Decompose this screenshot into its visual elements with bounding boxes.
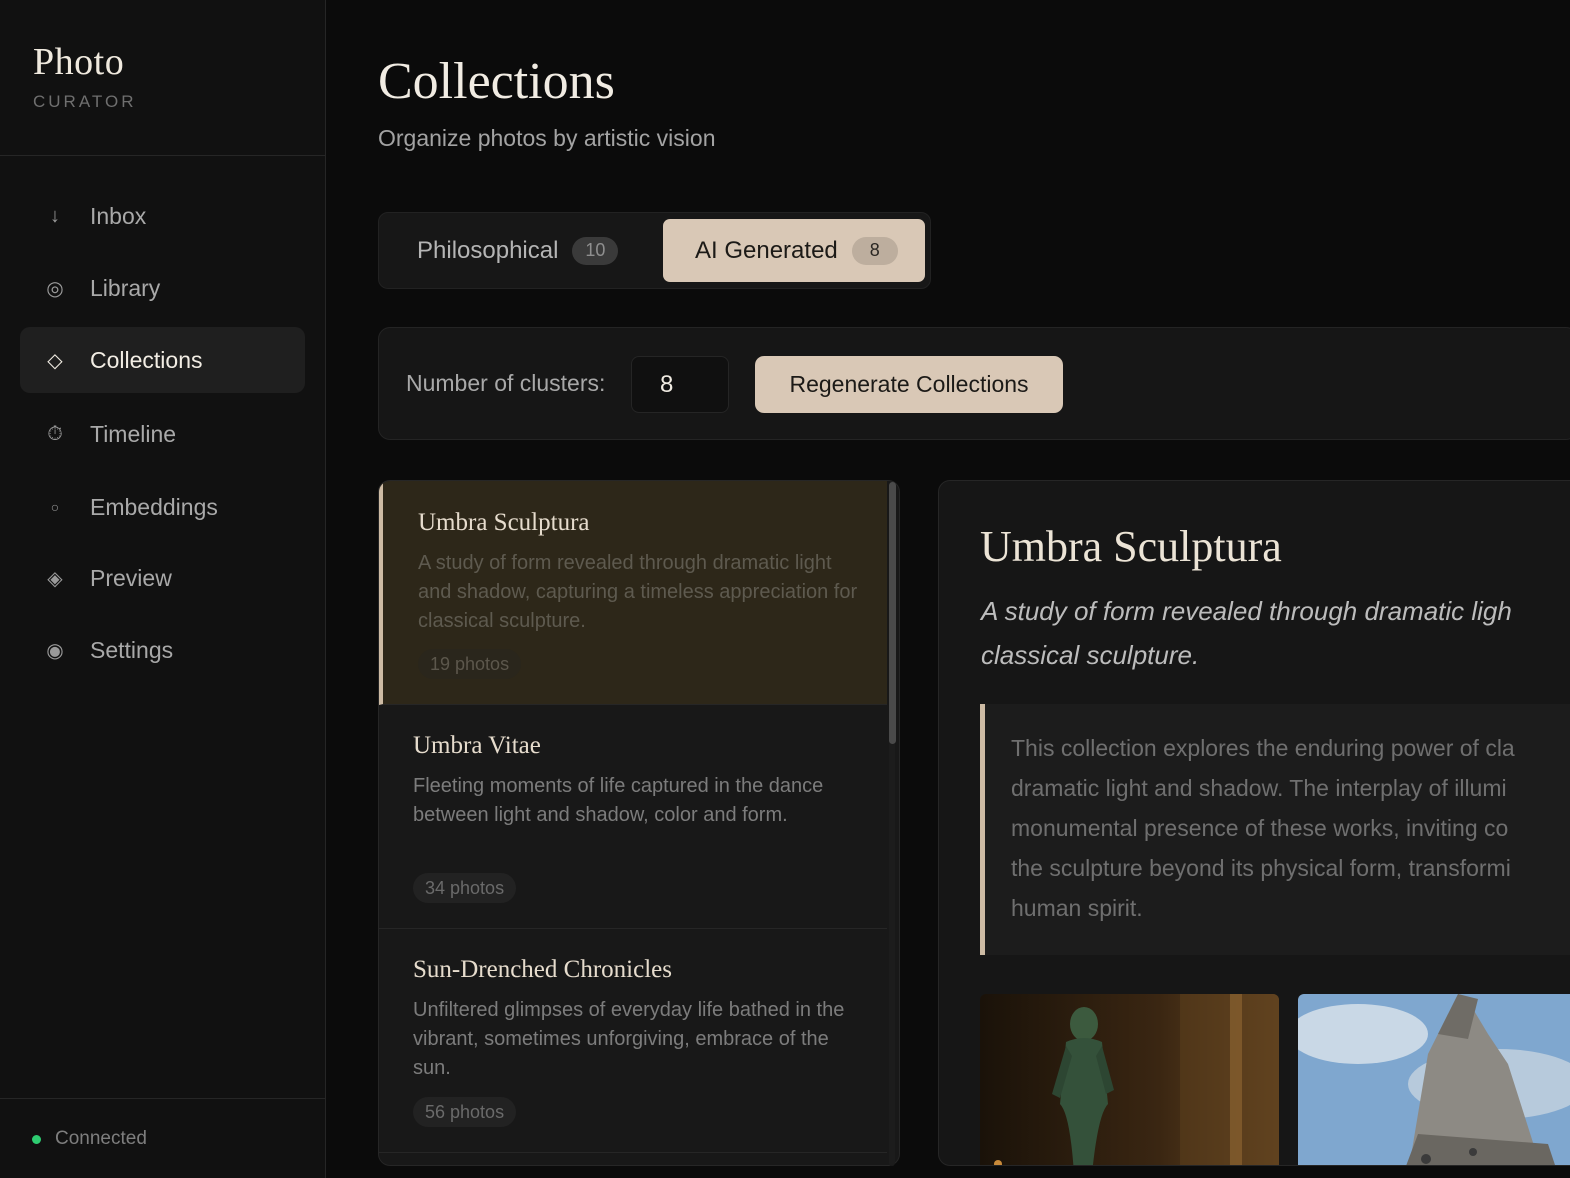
clusters-label: Number of clusters: bbox=[406, 370, 606, 396]
collection-title: Umbra Vitae bbox=[413, 732, 541, 759]
detail-description-quote: This collection explores the enduring po… bbox=[980, 704, 1570, 955]
brand-subtitle: CURATOR bbox=[33, 92, 137, 111]
detail-description: This collection explores the enduring po… bbox=[1011, 728, 1570, 938]
sidebar-item-timeline[interactable]: ⏱ Timeline bbox=[20, 401, 305, 467]
tab-label: AI Generated bbox=[695, 236, 838, 264]
collection-photo-count: 19 photos bbox=[418, 649, 522, 679]
collection-card[interactable]: Umbra Vitae Fleeting moments of life cap… bbox=[379, 705, 887, 929]
radio-dot-icon: ◉ bbox=[46, 639, 64, 662]
sidebar-item-preview[interactable]: ◈ Preview bbox=[20, 545, 305, 611]
regenerate-collections-button[interactable]: Regenerate Collections bbox=[755, 356, 1063, 413]
collection-title: Umbra Sculptura bbox=[418, 509, 590, 536]
connection-status: Connected bbox=[32, 1128, 147, 1150]
scrollbar-thumb[interactable] bbox=[889, 482, 896, 744]
tab-count-badge: 10 bbox=[572, 236, 619, 265]
brand-title: Photo bbox=[33, 41, 125, 83]
collection-title: Sun-Drenched Chronicles bbox=[413, 956, 672, 983]
status-text: Connected bbox=[55, 1128, 147, 1149]
description-line: the sculpture beyond its physical form, … bbox=[1011, 855, 1511, 881]
status-dot-icon bbox=[32, 1134, 41, 1144]
detail-tagline: A study of form revealed through dramati… bbox=[981, 596, 1512, 670]
diamond-icon: ◇ bbox=[47, 349, 63, 372]
collection-detail-panel: Umbra Sculptura A study of form revealed… bbox=[938, 480, 1570, 1166]
collections-scrollbar[interactable] bbox=[886, 482, 898, 1166]
sidebar-item-label: Timeline bbox=[90, 420, 177, 447]
brand: Photo CURATOR bbox=[33, 40, 137, 112]
collection-description: Unfiltered glimpses of everyday life bat… bbox=[413, 999, 845, 1079]
diamond-dot-icon: ◈ bbox=[47, 567, 63, 590]
tab-count-badge: 8 bbox=[851, 236, 898, 265]
sidebar-item-library[interactable]: ◎ Library bbox=[20, 255, 305, 321]
sidebar-item-label: Library bbox=[90, 274, 161, 301]
sidebar-footer-divider bbox=[0, 1098, 325, 1099]
tab-philosophical[interactable]: Philosophical 10 bbox=[385, 219, 655, 282]
circle-ring-icon: ◎ bbox=[46, 277, 64, 300]
collection-description: A study of form revealed through dramati… bbox=[418, 552, 858, 632]
small-circle-icon: ○ bbox=[50, 499, 60, 515]
collection-description: Fleeting moments of life captured in the… bbox=[413, 775, 824, 826]
sidebar-item-label: Preview bbox=[90, 564, 172, 591]
sidebar-item-label: Embeddings bbox=[90, 493, 218, 520]
page-title: Collections bbox=[378, 53, 615, 110]
sidebar: Photo CURATOR ↓ Inbox ◎ Library ◇ Collec… bbox=[0, 0, 326, 1178]
sidebar-item-inbox[interactable]: ↓ Inbox bbox=[20, 183, 305, 249]
arrow-down-icon: ↓ bbox=[50, 204, 60, 227]
description-line: dramatic light and shadow. The interplay… bbox=[1011, 775, 1507, 801]
page-subtitle: Organize photos by artistic vision bbox=[378, 125, 716, 151]
tab-ai-generated[interactable]: AI Generated 8 bbox=[663, 219, 925, 282]
sidebar-item-embeddings[interactable]: ○ Embeddings bbox=[20, 474, 305, 540]
collection-photo-count: 34 photos bbox=[413, 873, 517, 903]
photo-thumbnail-statue[interactable] bbox=[980, 994, 1279, 1165]
sidebar-divider bbox=[0, 155, 325, 156]
cluster-controls: Number of clusters: Regenerate Collectio… bbox=[378, 327, 1570, 440]
collection-card[interactable]: Sun-Drenched Chronicles Unfiltered glimp… bbox=[379, 929, 887, 1153]
sidebar-item-label: Collections bbox=[90, 346, 203, 373]
description-line: This collection explores the enduring po… bbox=[1011, 735, 1515, 761]
sidebar-item-settings[interactable]: ◉ Settings bbox=[20, 617, 305, 683]
clusters-input[interactable] bbox=[631, 356, 729, 413]
tab-label: Philosophical bbox=[417, 236, 559, 264]
description-line: human spirit. bbox=[1011, 895, 1143, 921]
detail-title: Umbra Sculptura bbox=[980, 522, 1282, 571]
collections-list: Umbra Sculptura A study of form revealed… bbox=[378, 480, 900, 1166]
sidebar-item-collections[interactable]: ◇ Collections bbox=[20, 327, 305, 393]
collection-photo-count: 56 photos bbox=[413, 1097, 517, 1127]
sidebar-item-label: Settings bbox=[90, 636, 174, 663]
sidebar-item-label: Inbox bbox=[90, 202, 147, 229]
description-line: monumental presence of these works, invi… bbox=[1011, 815, 1509, 841]
collection-card[interactable]: Umbra Sculptura A study of form revealed… bbox=[379, 481, 887, 705]
stopwatch-icon: ⏱ bbox=[47, 422, 63, 445]
photo-thumbnail-monument[interactable] bbox=[1298, 994, 1570, 1165]
collection-mode-tabs: Philosophical 10 AI Generated 8 bbox=[378, 212, 931, 289]
